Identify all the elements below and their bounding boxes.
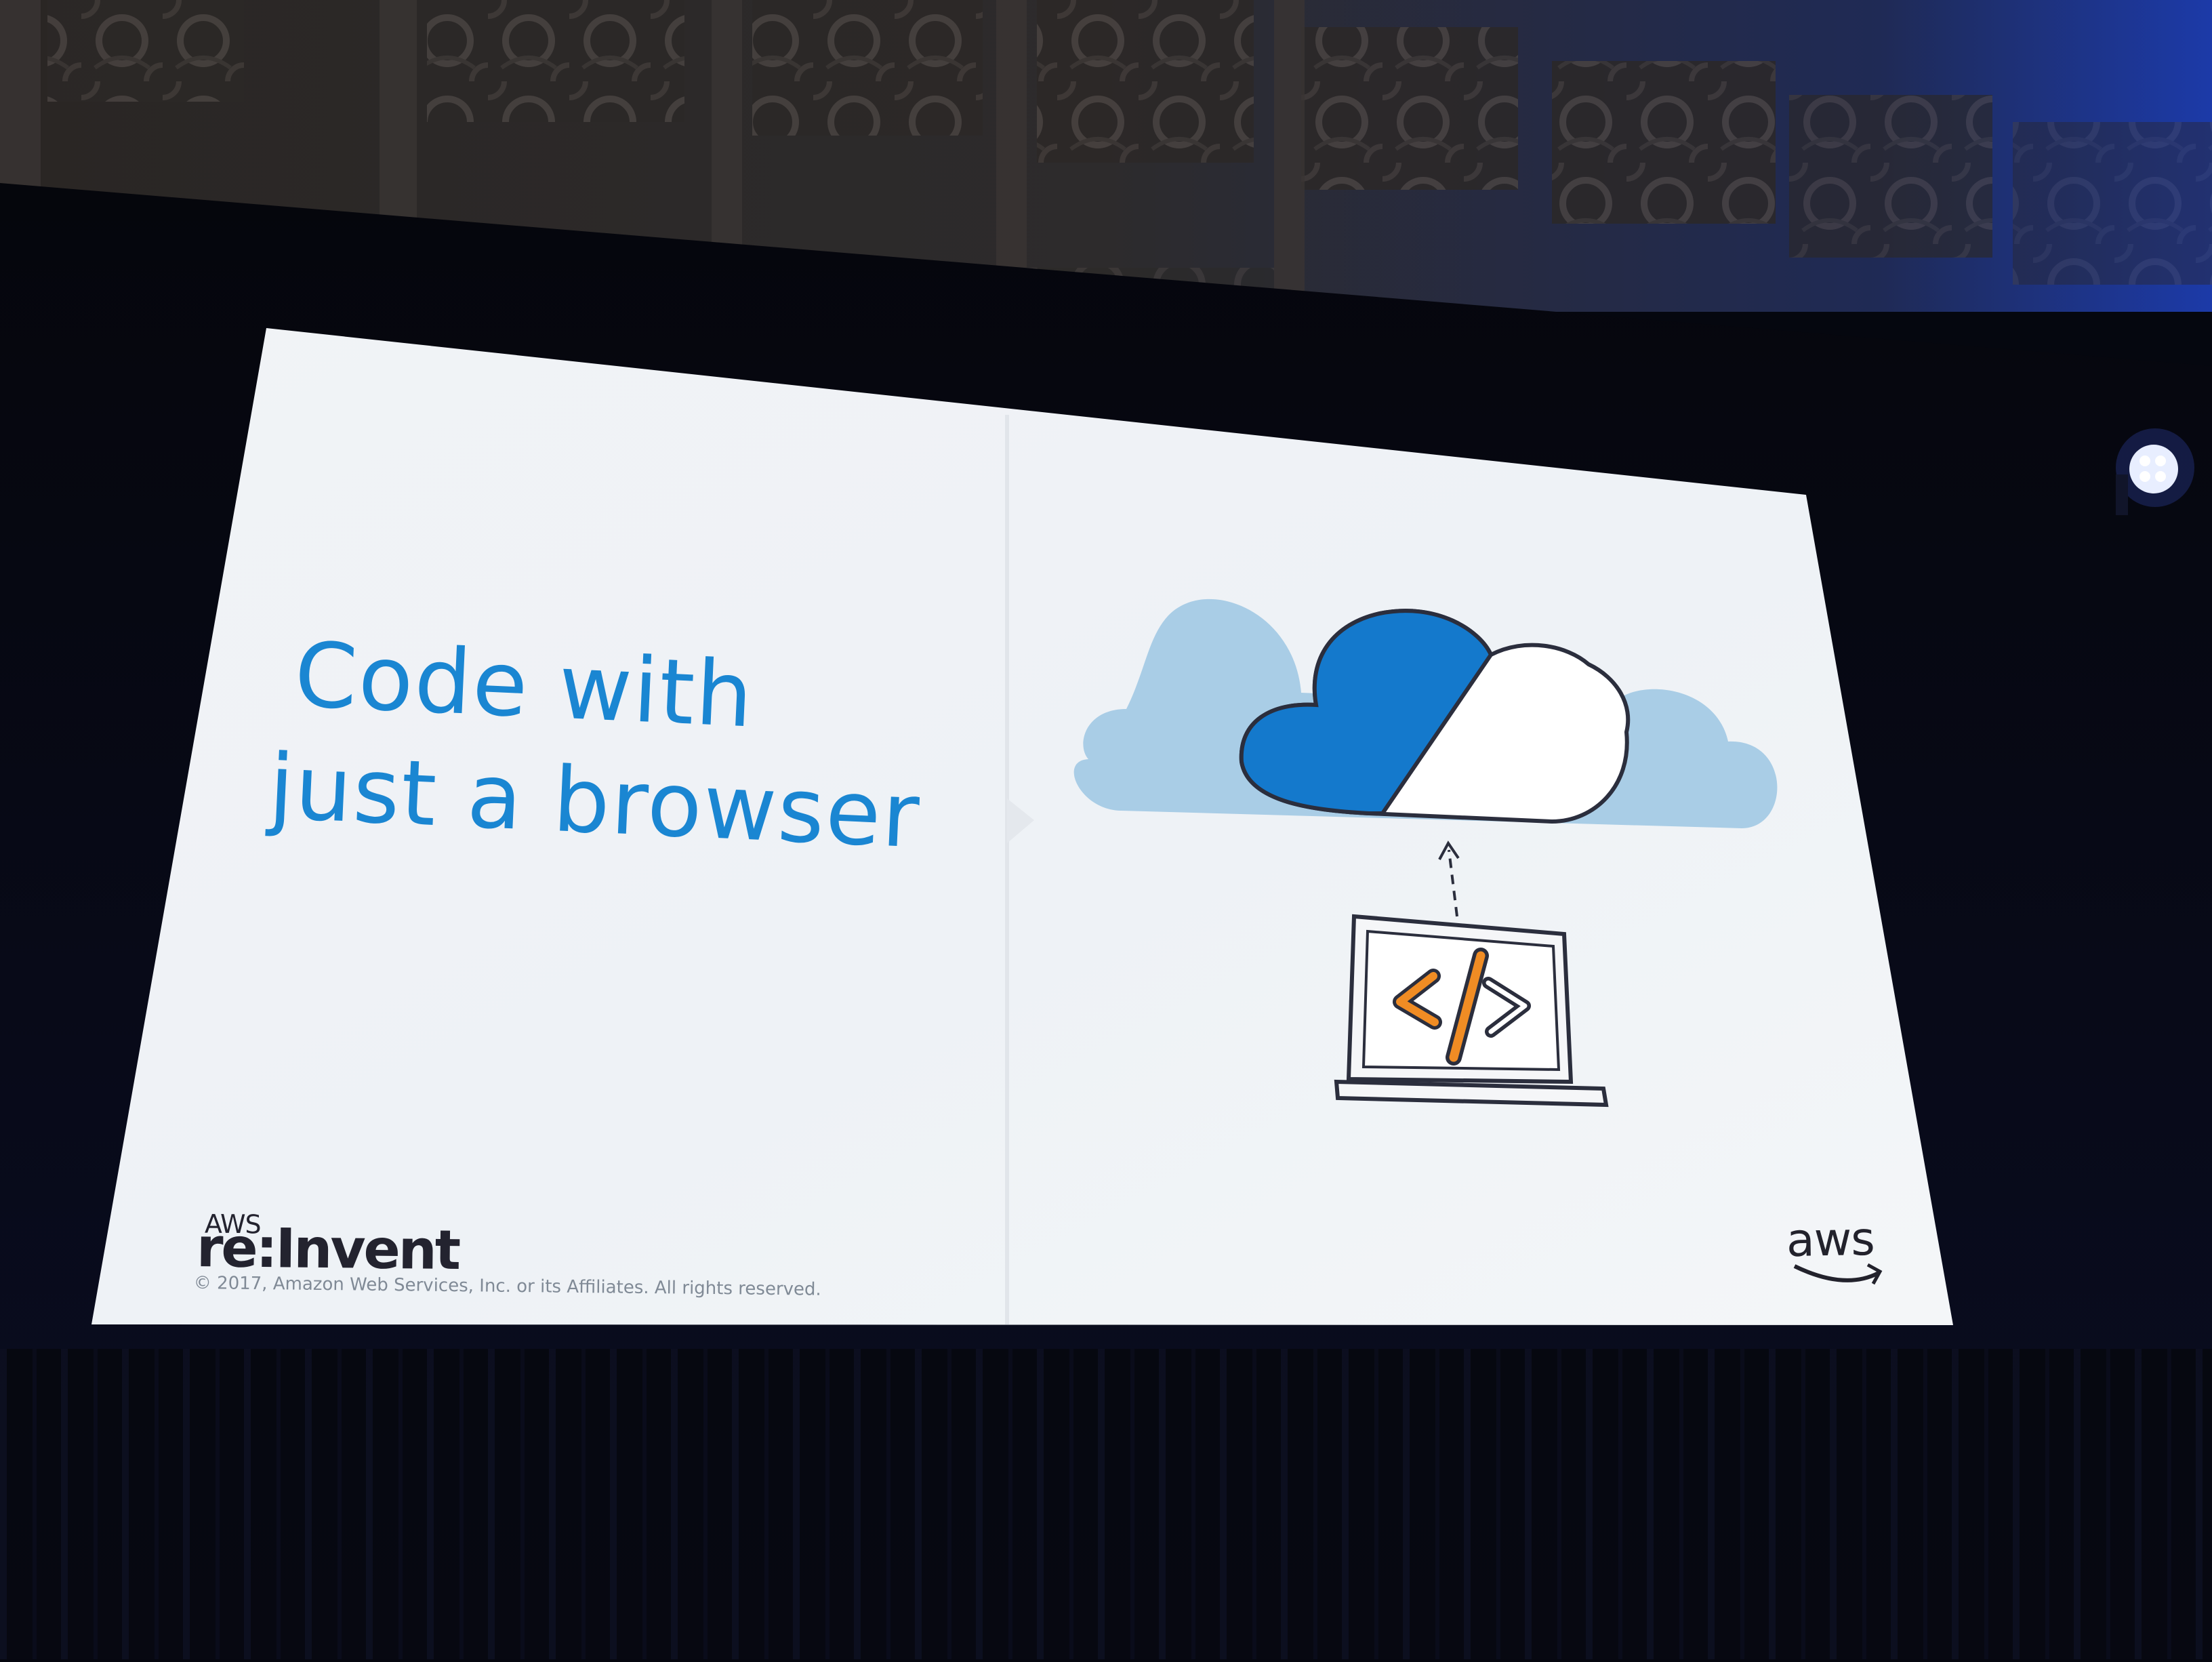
photo-scene <box>0 0 2212 1659</box>
scene-graphics <box>0 0 2212 1659</box>
stage-curtain <box>0 1349 2212 1659</box>
